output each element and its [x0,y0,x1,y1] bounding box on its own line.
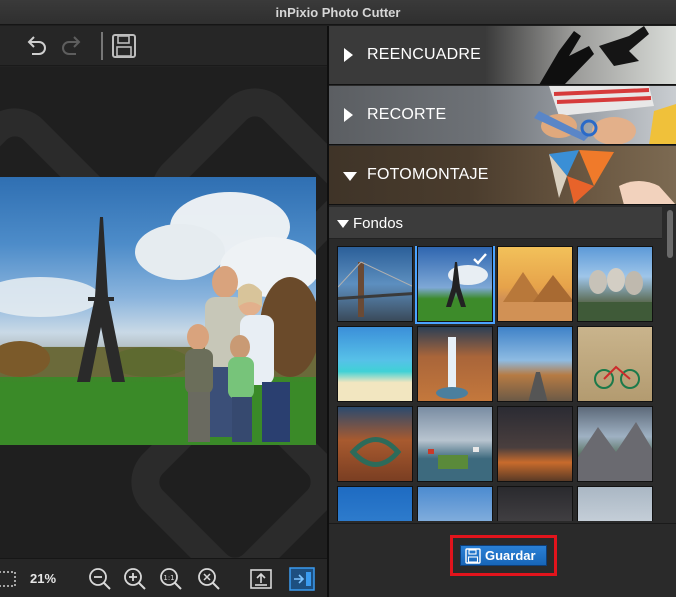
save-button[interactable]: Guardar [460,545,547,566]
thumbnail-dark-sky[interactable] [497,486,573,521]
fondos-header[interactable]: Fondos [329,207,662,239]
undo-icon[interactable] [22,32,50,60]
thumbnail-waterfall-canyon[interactable] [417,326,493,402]
svg-text:1:1: 1:1 [163,574,174,582]
fondos-label: Fondos [353,215,404,232]
zoom-in-icon[interactable] [121,565,149,593]
zoom-level: 21% [30,571,57,586]
chevron-down-icon [337,220,349,228]
thumbnail-mount-rushmore[interactable] [577,246,653,322]
section-label: FOTOMONTAJE [367,166,489,183]
thumbnail-sky-clouds[interactable] [417,486,493,521]
thumbnail-blue-sky[interactable] [337,486,413,521]
export-icon[interactable] [247,565,275,593]
redo-icon[interactable] [58,32,86,60]
montage-photo [0,177,316,445]
panel-footer: Guardar [329,523,676,597]
toggle-panel-icon[interactable] [288,565,316,593]
floppy-disk-icon [465,547,481,564]
thumbnail-coastal-village[interactable] [417,406,493,482]
image-canvas[interactable] [0,67,327,558]
chevron-right-icon [344,48,353,62]
highlight-box: Guardar [450,535,557,576]
side-panel: REENCUADRE RECORTE FOTOMONTAJE Fondos Gu… [329,26,676,597]
thumbnail-eiffel-tower[interactable] [415,246,495,324]
save-label: Guardar [485,548,536,563]
chevron-down-icon [343,172,357,181]
workspace: 21% 1:1 [0,26,327,597]
thumbnail-bridge[interactable] [337,246,413,322]
scrollbar-thumb[interactable] [667,210,673,258]
zoom-actual-size-icon[interactable]: 1:1 [157,565,185,593]
thumbnail-desert-road[interactable] [497,326,573,402]
top-toolbar [0,26,327,66]
thumbnails-scrollbar[interactable] [664,207,676,523]
title-bar: inPixio Photo Cutter [0,0,676,25]
zoom-fit-icon[interactable] [195,565,223,593]
checkmark-icon [473,253,487,265]
chevron-right-icon [344,108,353,122]
thumbnail-horseshoe-bend[interactable] [337,406,413,482]
section-label: RECORTE [367,106,447,123]
thumbnail-tropical-beach[interactable] [337,326,413,402]
thumbnail-winter-sky[interactable] [577,486,653,521]
section-reencuadre[interactable]: REENCUADRE [329,26,676,85]
section-fotomontaje[interactable]: FOTOMONTAJE [329,146,676,205]
section-recorte[interactable]: RECORTE [329,86,676,145]
thumbnail-bicycle-wall[interactable] [577,326,653,402]
floppy-disk-icon[interactable] [110,32,138,60]
window-title: inPixio Photo Cutter [275,4,401,20]
thumbnail-mountain-valley[interactable] [577,406,653,482]
bottom-toolbar: 21% 1:1 [0,558,327,597]
section-label: REENCUADRE [367,46,482,63]
background-thumbnails [337,246,657,521]
thumbnail-desert-storm[interactable] [497,406,573,482]
toolbar-separator [101,32,103,60]
zoom-out-icon[interactable] [86,565,114,593]
fit-screen-icon[interactable] [0,565,22,593]
thumbnail-pyramids[interactable] [497,246,573,322]
